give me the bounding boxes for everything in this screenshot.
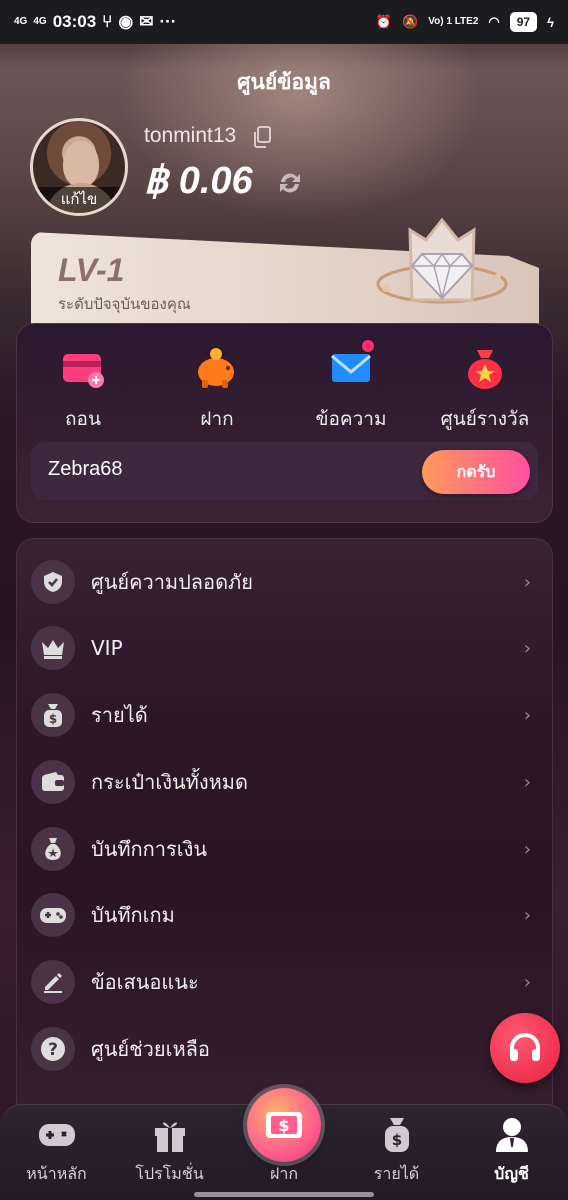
gift-icon bbox=[154, 1122, 185, 1152]
menu-item-income[interactable]: $ รายได้ › bbox=[31, 690, 537, 740]
menu-item-financial-records[interactable]: บันทึกการเงิน › bbox=[31, 824, 537, 874]
level-name: LV-1 bbox=[58, 252, 125, 288]
reward-bag-icon bbox=[468, 350, 502, 389]
signal-strength-2: 4G bbox=[33, 16, 47, 27]
menu-item-label: VIP bbox=[91, 636, 123, 660]
gamepad-icon bbox=[40, 908, 66, 923]
nav-label: โปรโมชั่น bbox=[135, 1164, 204, 1183]
nav-promotions[interactable]: โปรโมชั่น bbox=[113, 1116, 226, 1187]
nav-deposit-button[interactable]: $ bbox=[247, 1088, 321, 1162]
headset-icon bbox=[510, 1033, 540, 1061]
menu-item-label: รายได้ bbox=[91, 703, 148, 727]
menu-item-label: บันทึกเกม bbox=[91, 903, 175, 927]
menu-item-label: ข้อเสนอแนะ bbox=[91, 970, 199, 994]
battery-level: 97 bbox=[509, 12, 538, 32]
svg-text:?: ? bbox=[48, 1040, 58, 1060]
quick-action-label: ถอน bbox=[65, 408, 101, 430]
money-bag-icon: $ bbox=[384, 1118, 409, 1152]
refresh-icon[interactable] bbox=[275, 168, 305, 198]
signal-strength-1: 4G bbox=[14, 16, 28, 27]
wifi-icon: ◠ bbox=[488, 14, 500, 29]
quick-action-rewards[interactable]: ศูนย์รางวัล bbox=[418, 340, 552, 434]
wallet-balance: ฿ 0.06 bbox=[144, 160, 253, 202]
menu-item-game-records[interactable]: บันทึกเกม › bbox=[31, 890, 537, 940]
menu-item-feedback[interactable]: ข้อเสนอแนะ › bbox=[31, 957, 537, 1007]
wallet-icon bbox=[42, 772, 64, 791]
alarm-icon: ⏰ bbox=[375, 14, 393, 29]
menu-item-label: ศูนย์ช่วยเหลือ bbox=[91, 1037, 210, 1061]
home-indicator bbox=[194, 1192, 374, 1197]
menu-item-security-center[interactable]: ศูนย์ความปลอดภัย › bbox=[31, 557, 537, 607]
mail-icon bbox=[331, 354, 371, 382]
nav-label: ฝาก bbox=[269, 1164, 299, 1183]
nav-income[interactable]: $ รายได้ bbox=[340, 1116, 453, 1187]
quick-action-label: ฝาก bbox=[200, 408, 234, 430]
chevron-right-icon: › bbox=[523, 637, 531, 659]
chevron-right-icon: › bbox=[523, 838, 531, 860]
claim-button[interactable]: กดรับ bbox=[422, 450, 530, 494]
chevron-right-icon: › bbox=[523, 704, 531, 726]
status-bar: 4G 4G 03:03 ⑂ ◉ ✉ ··· ⏰ 🔕 Vo) 1 LTE2 ◠ 9… bbox=[0, 0, 568, 44]
pencil-icon bbox=[44, 973, 62, 993]
menu-item-help-center[interactable]: ? ศูนย์ช่วยเหลือ bbox=[31, 1024, 537, 1074]
nav-home[interactable]: หน้าหลัก bbox=[0, 1116, 113, 1187]
quick-action-withdraw[interactable]: ถอน bbox=[16, 340, 150, 434]
chevron-right-icon: › bbox=[523, 571, 531, 593]
quick-action-messages[interactable]: ข้อความ bbox=[284, 340, 418, 434]
page-title: ศูนย์ข้อมูล bbox=[237, 70, 331, 94]
charging-icon: ϟ bbox=[547, 14, 554, 30]
line-app-icon: ◉ bbox=[118, 12, 134, 31]
network-label: Vo) 1 LTE2 bbox=[428, 16, 479, 27]
clock: 03:03 bbox=[52, 12, 97, 31]
menu-item-all-wallets[interactable]: กระเป๋าเงินทั้งหมด › bbox=[31, 757, 537, 807]
quick-action-label: ศูนย์รางวัล bbox=[440, 408, 530, 430]
nav-account[interactable]: บัญชี bbox=[455, 1116, 568, 1187]
quick-action-label: ข้อความ bbox=[315, 408, 387, 430]
svg-text:$: $ bbox=[391, 1131, 401, 1149]
more-notifications-icon: ··· bbox=[159, 12, 177, 31]
deposit-icon: $ bbox=[266, 1112, 302, 1138]
customer-support-button[interactable] bbox=[490, 1013, 560, 1083]
avatar-edit-label[interactable]: แก้ไข bbox=[33, 187, 125, 213]
money-bag-icon: $ bbox=[44, 704, 62, 727]
account-icon bbox=[495, 1118, 528, 1152]
promo-code: Zebra68 bbox=[48, 458, 123, 480]
question-icon: ? bbox=[41, 1037, 65, 1061]
avatar-face bbox=[63, 141, 99, 187]
money-sack-icon bbox=[45, 838, 61, 860]
shield-check-icon bbox=[44, 572, 62, 592]
gamepad-icon bbox=[38, 1124, 75, 1146]
crown-icon bbox=[42, 640, 64, 659]
chevron-right-icon: › bbox=[523, 904, 531, 926]
avatar[interactable]: แก้ไข bbox=[30, 118, 128, 216]
mail-notification-icon: ✉ bbox=[139, 12, 154, 31]
svg-text:$: $ bbox=[278, 1116, 289, 1135]
piggy-bank-icon bbox=[198, 348, 234, 388]
unread-badge bbox=[362, 340, 374, 352]
menu-item-label: กระเป๋าเงินทั้งหมด bbox=[91, 770, 248, 794]
chevron-right-icon: › bbox=[523, 771, 531, 793]
withdraw-card-icon bbox=[63, 354, 104, 388]
nav-label: รายได้ bbox=[373, 1164, 420, 1183]
quick-action-deposit[interactable]: ฝาก bbox=[150, 340, 284, 434]
menu-item-label: บันทึกการเงิน bbox=[91, 837, 208, 861]
menu-item-vip[interactable]: VIP › bbox=[31, 623, 537, 673]
username: tonmint13 bbox=[144, 124, 237, 147]
mute-icon: 🔕 bbox=[402, 14, 419, 29]
chevron-right-icon: › bbox=[523, 971, 531, 993]
level-subtitle: ระดับปัจจุบันของคุณ bbox=[58, 295, 191, 313]
nav-label: หน้าหลัก bbox=[26, 1164, 87, 1183]
usb-icon: ⑂ bbox=[102, 12, 113, 31]
nav-label: บัญชี bbox=[494, 1164, 529, 1183]
svg-text:$: $ bbox=[49, 712, 57, 726]
diamond-badge-icon bbox=[376, 217, 508, 304]
copy-icon[interactable] bbox=[252, 126, 272, 148]
menu-item-label: ศูนย์ความปลอดภัย bbox=[91, 570, 253, 594]
